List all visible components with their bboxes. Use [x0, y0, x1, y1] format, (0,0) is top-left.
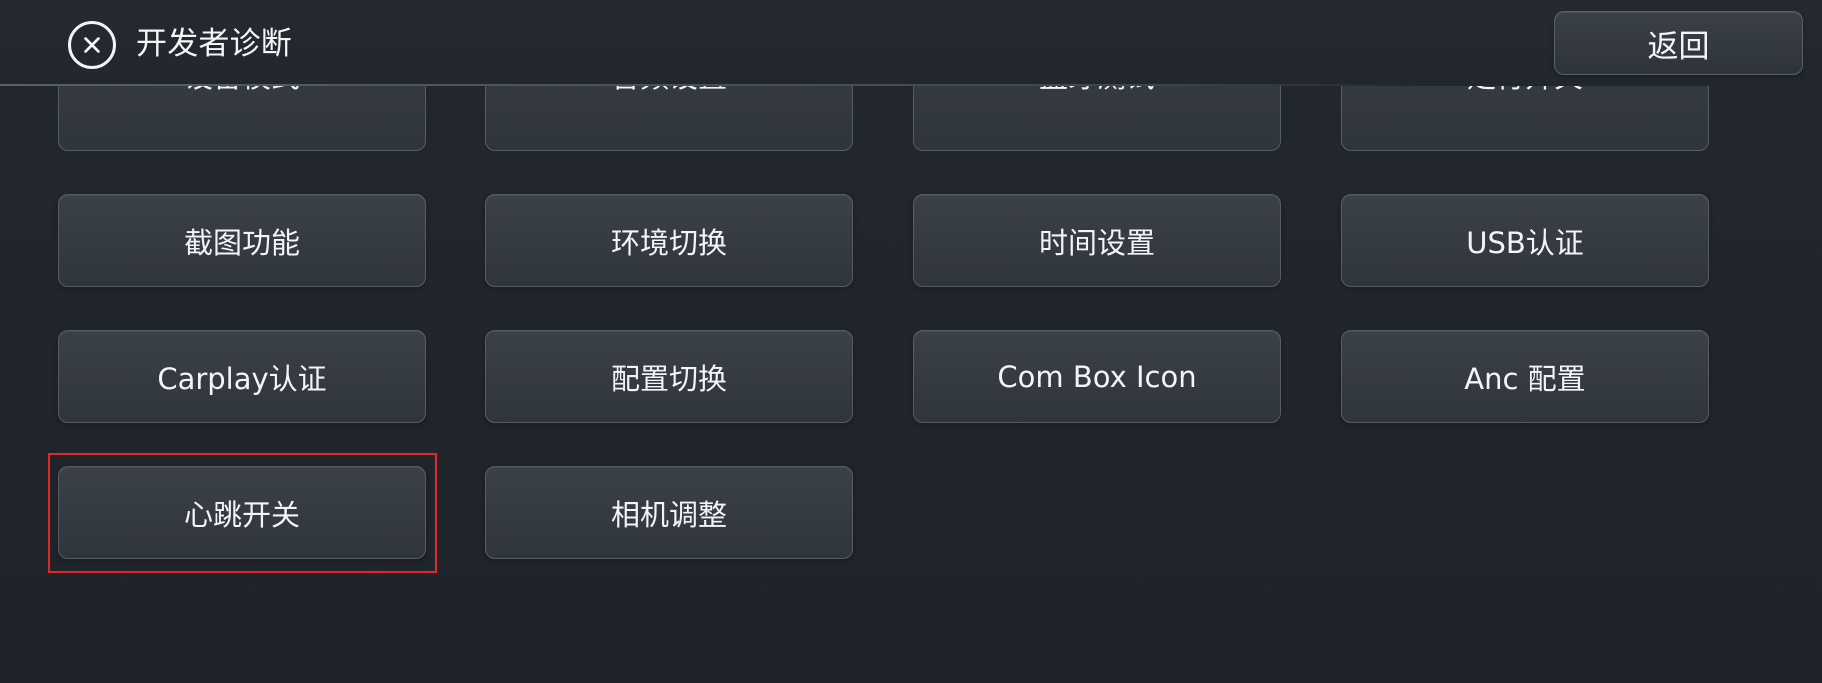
grid-item-config-switch[interactable]: 配置切换	[485, 330, 853, 423]
grid-item-audio-settings[interactable]: 音频设置	[485, 86, 853, 151]
grid-item-device-mode[interactable]: 设备模式	[58, 86, 426, 151]
header-divider	[0, 84, 1415, 86]
grid-item-time-settings[interactable]: 时间设置	[913, 194, 1281, 287]
back-button[interactable]: 返回	[1554, 11, 1803, 75]
developer-diagnostics-screen: 开发者诊断 返回 设备模式 音频设置 蓝牙测试 走行开关 截图功能 环境切换 时…	[0, 0, 1822, 683]
grid-item-anc-config[interactable]: Anc 配置	[1341, 330, 1709, 423]
grid-item-label: 走行开关	[1342, 86, 1708, 96]
page-title: 开发者诊断	[136, 26, 292, 62]
grid-item-bluetooth-test[interactable]: 蓝牙测试	[913, 86, 1281, 151]
close-icon	[84, 37, 100, 53]
grid-item-environment-switch[interactable]: 环境切换	[485, 194, 853, 287]
grid-item-carplay-auth[interactable]: Carplay认证	[58, 330, 426, 423]
feature-grid: 截图功能 环境切换 时间设置 USB认证 Carplay认证 配置切换 Com …	[0, 86, 1822, 683]
grid-item-screenshot[interactable]: 截图功能	[58, 194, 426, 287]
close-button[interactable]	[68, 21, 116, 69]
grid-item-camera-adjust[interactable]: 相机调整	[485, 466, 853, 559]
grid-item-usb-auth[interactable]: USB认证	[1341, 194, 1709, 287]
grid-item-label: 音频设置	[486, 86, 852, 96]
grid-item-com-box-icon[interactable]: Com Box Icon	[913, 330, 1281, 423]
grid-item-label: 设备模式	[59, 86, 425, 96]
grid-item-heartbeat-switch[interactable]: 心跳开关	[58, 466, 426, 559]
grid-item-label: 蓝牙测试	[914, 86, 1280, 96]
header-bar: 开发者诊断 返回	[0, 0, 1822, 86]
grid-item-driving-switch[interactable]: 走行开关	[1341, 86, 1709, 151]
